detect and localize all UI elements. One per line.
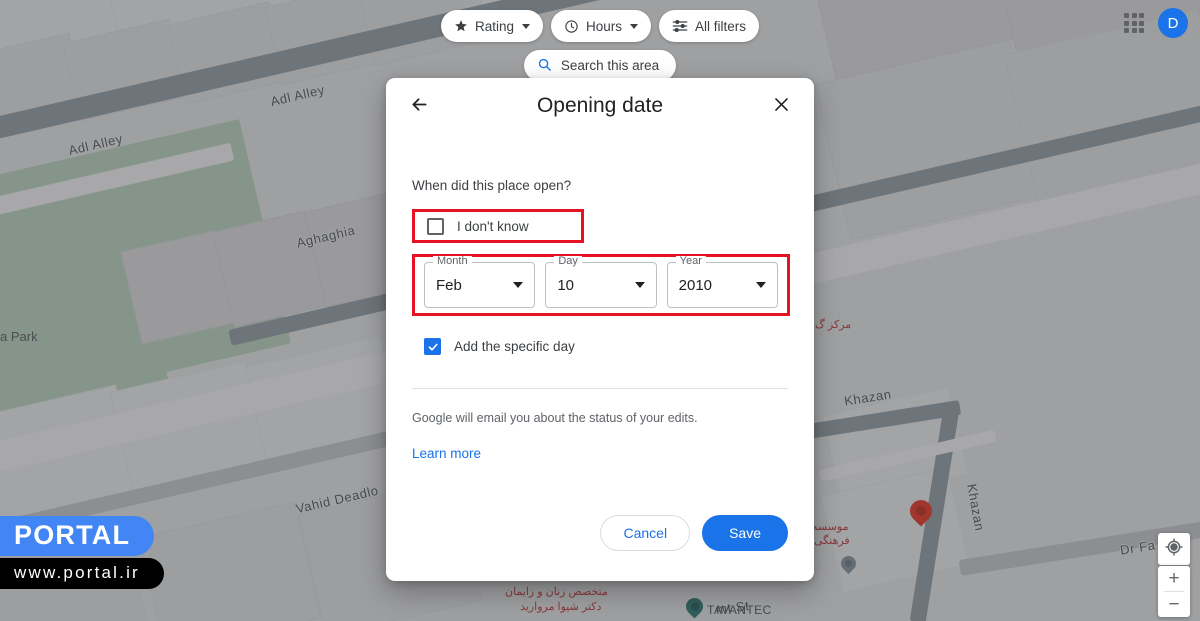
opening-date-dialog: Opening date When did this place open? I…: [386, 78, 814, 581]
month-legend: Month: [433, 256, 472, 267]
day-legend: Day: [554, 256, 582, 267]
watermark-brand: PORTAL: [0, 515, 155, 556]
chip-label: Rating: [474, 18, 514, 34]
chip-hours[interactable]: Hours: [551, 10, 652, 42]
clock-icon: [564, 19, 579, 34]
filter-chip-bar: Rating Hours All filters: [0, 10, 1200, 42]
date-selectors-group: Month Feb Day 10 Year 2010: [412, 254, 790, 316]
specific-day-row[interactable]: Add the specific day: [424, 338, 788, 355]
zoom-controls: + −: [1158, 566, 1190, 617]
year-value: 2010: [678, 276, 713, 294]
chevron-down-icon: [755, 282, 766, 288]
chip-label: Hours: [586, 18, 623, 34]
portal-watermark: PORTAL www.portal.ir: [0, 515, 164, 589]
chevron-down-icon: [522, 23, 530, 29]
arrow-back-icon: [409, 94, 430, 118]
month-value: Feb: [436, 276, 462, 294]
day-value: 10: [557, 276, 575, 294]
specific-day-label: Add the specific day: [454, 339, 575, 354]
my-location-button[interactable]: [1158, 533, 1190, 565]
star-icon: [454, 19, 468, 33]
top-right-controls: D: [1124, 8, 1188, 38]
search-this-area-button[interactable]: Search this area: [523, 50, 677, 81]
apps-grid-icon[interactable]: [1124, 13, 1144, 33]
year-select[interactable]: Year 2010: [666, 256, 778, 308]
learn-more-link[interactable]: Learn more: [412, 446, 481, 461]
chevron-down-icon: [630, 23, 639, 29]
question-label: When did this place open?: [412, 178, 572, 193]
dialog-footer: Cancel Save: [386, 499, 814, 581]
dialog-header: Opening date: [386, 78, 814, 134]
cancel-button[interactable]: Cancel: [600, 515, 691, 551]
chevron-down-icon: [513, 282, 524, 288]
chevron-down-icon: [634, 282, 645, 288]
filter-sliders-icon: [672, 19, 688, 33]
section-divider: [412, 388, 788, 389]
dialog-body: When did this place open? I don't know M…: [386, 134, 814, 499]
day-select[interactable]: Day 10: [545, 256, 657, 308]
chip-rating[interactable]: Rating: [440, 10, 543, 42]
zoom-in-button[interactable]: +: [1158, 566, 1190, 591]
page-title: Opening date: [536, 94, 664, 117]
avatar[interactable]: D: [1158, 8, 1188, 38]
watermark-site: www.portal.ir: [0, 557, 164, 589]
dont-know-checkbox[interactable]: [427, 217, 444, 235]
dont-know-label: I don't know: [457, 218, 529, 234]
save-button[interactable]: Save: [702, 515, 788, 551]
zoom-out-button[interactable]: −: [1158, 592, 1190, 617]
chip-all-filters[interactable]: All filters: [659, 10, 760, 42]
search-this-area-label: Search this area: [560, 58, 660, 73]
year-legend: Year: [675, 256, 706, 267]
search-this-area-row: Search this area: [0, 50, 1200, 81]
close-button[interactable]: [764, 89, 798, 123]
status-note: Google will email you about the status o…: [412, 411, 698, 425]
back-button[interactable]: [402, 89, 436, 123]
chip-label: All filters: [695, 18, 747, 34]
month-select[interactable]: Month Feb: [424, 256, 536, 308]
specific-day-checkbox[interactable]: [424, 338, 441, 355]
app-root: Adl Alley Adl Alley Aghaghia Vahid Deadl…: [0, 0, 1200, 621]
search-icon: [537, 57, 552, 75]
my-location-icon: [1165, 537, 1183, 561]
close-icon: [772, 95, 791, 117]
dont-know-checkbox-row[interactable]: I don't know: [412, 209, 584, 243]
